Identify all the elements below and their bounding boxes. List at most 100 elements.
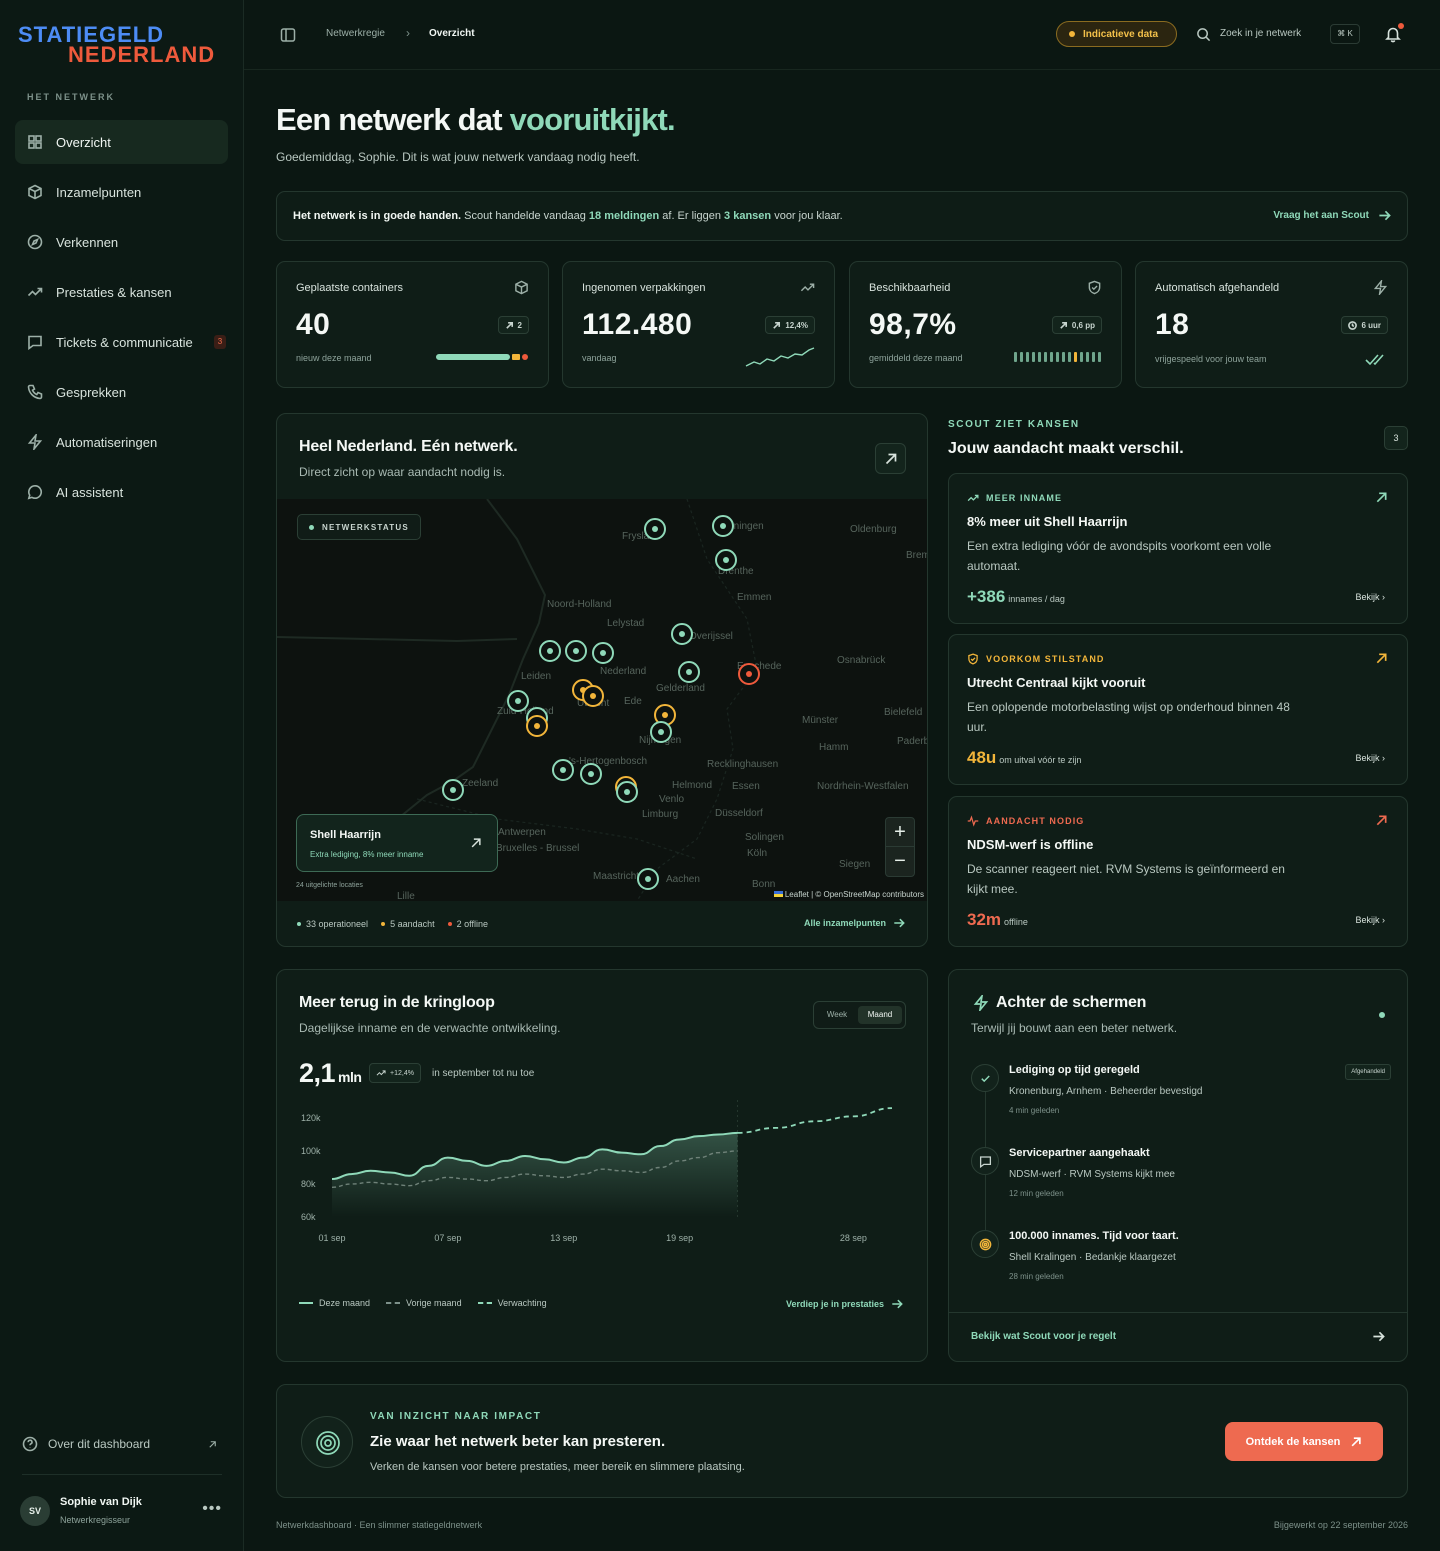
map-marker[interactable] (715, 549, 737, 571)
timeline-item[interactable]: Lediging op tijd geregeld Kronenburg, Ar… (971, 1064, 1391, 1134)
x-tick-label: 01 sep (318, 1233, 345, 1243)
opportunity-kicker: MEER INNAME (967, 492, 1062, 504)
map-popup[interactable]: Shell Haarrijn Extra lediging, 8% meer i… (296, 814, 498, 872)
marker-dot (652, 526, 658, 532)
breadcrumb-netwerkregie[interactable]: Netwerkregie (326, 28, 385, 39)
opportunity-card-stilstand[interactable]: VOORKOM STILSTAND Utrecht Centraal kijkt… (948, 634, 1408, 785)
map-marker[interactable] (580, 763, 602, 785)
timeline-item[interactable]: Servicepartner aangehaakt NDSM-werf · RV… (971, 1147, 1391, 1217)
sidebar-item-tickets[interactable]: Tickets & communicatie 3 (15, 320, 228, 364)
opportunity-metric: +386 innames / dag (967, 587, 1065, 607)
map-expand-button[interactable] (875, 443, 906, 474)
zoom-out-button[interactable]: − (886, 847, 914, 876)
map-marker[interactable] (738, 663, 760, 685)
map-marker[interactable] (644, 518, 666, 540)
map-marker[interactable] (712, 515, 734, 537)
map-marker[interactable] (552, 759, 574, 781)
arrow-up-right-icon (1351, 1436, 1362, 1446)
sidebar-item-label: Automatiseringen (56, 434, 158, 450)
footer-right: Bijgewerkt op 22 september 2026 (1273, 1520, 1408, 1530)
opportunity-card-inname[interactable]: MEER INNAME 8% meer uit Shell Haarrijn E… (948, 473, 1408, 624)
map-marker[interactable] (616, 781, 638, 803)
all-collection-points-link[interactable]: Alle inzamelpunten (804, 917, 905, 929)
arrow-up-right-icon[interactable] (1375, 491, 1388, 504)
kpi-card-beschikbaarheid[interactable]: Beschikbaarheid 98,7% 0,6 pp gemiddeld d… (849, 261, 1122, 388)
kicker-label: VOORKOM STILSTAND (986, 654, 1105, 664)
map-marker[interactable] (442, 779, 464, 801)
trend-icon (967, 494, 979, 502)
x-tick-label: 28 sep (840, 1233, 867, 1243)
message-icon (28, 335, 42, 350)
opportunity-card-offline[interactable]: AANDACHT NODIG NDSM-werf is offline De s… (948, 796, 1408, 947)
sidebar-item-verkennen[interactable]: Verkennen (15, 220, 228, 264)
map-place-label: Bielefeld (884, 707, 922, 718)
sidebar-item-ai-assistent[interactable]: AI assistent (15, 470, 228, 514)
total-value: 2,1 mln (299, 1058, 362, 1089)
map-marker[interactable] (507, 690, 529, 712)
sidebar-item-prestaties[interactable]: Prestaties & kansen (15, 270, 228, 314)
sidebar-item-automatiseringen[interactable]: Automatiseringen (15, 420, 228, 464)
sidebar-toggle-icon[interactable] (280, 27, 296, 43)
uptime-bar (1038, 352, 1041, 362)
legend-label: Vorige maand (406, 1298, 462, 1308)
map-place-label: Lille (397, 891, 415, 901)
map-place-label: Maastricht (593, 871, 639, 882)
map-marker[interactable] (582, 685, 604, 707)
map-marker[interactable] (671, 623, 693, 645)
toggle-week[interactable]: Week (818, 1006, 856, 1024)
legend-swatch (386, 1302, 401, 1304)
arrow-right-icon[interactable] (1372, 1330, 1385, 1343)
map-marker[interactable] (650, 721, 672, 743)
zoom-in-button[interactable]: + (886, 818, 914, 847)
scout-handles-link[interactable]: Bekijk wat Scout voor je regelt (971, 1331, 1116, 1342)
timeline-item[interactable]: 100.000 innames. Tijd voor taart. Shell … (971, 1230, 1391, 1300)
help-icon (22, 1436, 38, 1452)
uptime-bars (1014, 352, 1104, 362)
discover-opportunities-button[interactable]: Ontdek de kansen (1225, 1422, 1383, 1461)
search-icon[interactable] (1196, 27, 1211, 42)
map-place-label: Siegen (839, 859, 870, 870)
legend-label: Deze maand (319, 1298, 371, 1308)
map-place-label: Noord-Holland (547, 599, 611, 610)
toggle-maand[interactable]: Maand (858, 1006, 902, 1024)
kpi-label: Automatisch afgehandeld (1155, 282, 1280, 294)
total-subtitle: in september tot nu toe (432, 1068, 535, 1079)
kpi-card-automatisch[interactable]: Automatisch afgehandeld 18 6 uur vrijges… (1135, 261, 1408, 388)
kpi-card-containers[interactable]: Geplaatste containers 40 2 nieuw deze ma… (276, 261, 549, 388)
topbar: Netwerkregie › Overzicht Indicatieve dat… (244, 0, 1440, 70)
map-marker[interactable] (678, 661, 700, 683)
map-marker[interactable] (526, 715, 548, 737)
legend-swatch (477, 1302, 492, 1304)
chat-icon (27, 484, 43, 500)
kpi-value: 18 (1155, 308, 1190, 341)
map-marker[interactable] (565, 640, 587, 662)
view-link[interactable]: Bekijk › (1355, 753, 1385, 763)
sidebar-item-inzamelpunten[interactable]: Inzamelpunten (15, 170, 228, 214)
more-icon[interactable]: ••• (202, 1500, 222, 1518)
map-marker[interactable] (539, 640, 561, 662)
brand-logo[interactable]: STATIEGELD NEDERLAND (18, 22, 228, 67)
arrow-up-right-icon[interactable] (1375, 652, 1388, 665)
kpi-chip-value: 2 (517, 320, 522, 330)
view-link[interactable]: Bekijk › (1355, 592, 1385, 602)
arrow-up-right-icon[interactable] (1375, 814, 1388, 827)
performance-link[interactable]: Verdiep je in prestaties (786, 1298, 903, 1310)
network-status-pill[interactable]: NETWERKSTATUS (297, 514, 421, 540)
search-input[interactable]: Zoek in je netwerk (1220, 28, 1301, 39)
sidebar-item-overzicht[interactable]: Overzicht (15, 120, 228, 164)
map-place-label: Oldenburg (850, 524, 897, 535)
map-canvas[interactable]: Fryslân Groningen Oldenburg Drenthe Emmen Noo… (277, 499, 927, 901)
sidebar-item-gesprekken[interactable]: Gesprekken (15, 370, 228, 414)
indicative-data-badge[interactable]: Indicatieve data (1056, 21, 1177, 47)
about-dashboard-link[interactable]: Over dit dashboard (22, 1436, 222, 1452)
user-profile[interactable]: SV Sophie van Dijk Netwerkregisseur ••• (20, 1494, 228, 1530)
arrow-up-right-icon (505, 321, 513, 329)
map-marker[interactable] (637, 868, 659, 890)
ask-scout-link[interactable]: Vraag het aan Scout (1273, 209, 1391, 222)
pulse-icon (967, 815, 979, 827)
map-attribution[interactable]: Leaflet | © OpenStreetMap contributors (768, 889, 927, 901)
kpi-card-verpakkingen[interactable]: Ingenomen verpakkingen 112.480 12,4% van… (562, 261, 835, 388)
map-marker[interactable] (592, 642, 614, 664)
view-link[interactable]: Bekijk › (1355, 915, 1385, 925)
map-place-label: Overijssel (689, 631, 733, 642)
